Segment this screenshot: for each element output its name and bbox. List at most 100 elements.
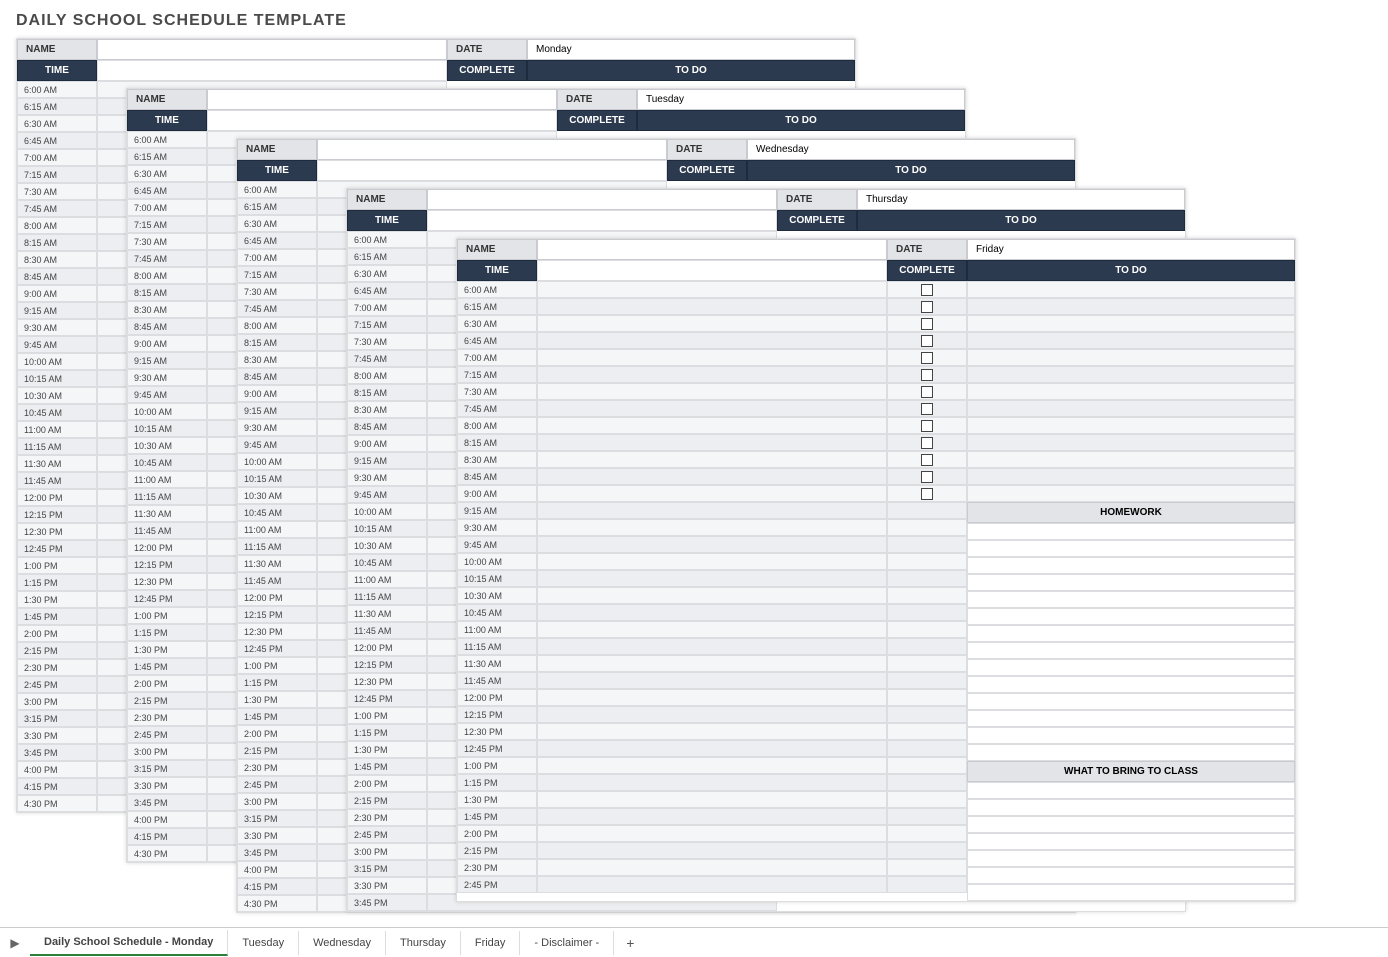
checkbox[interactable] xyxy=(921,437,933,449)
todo-cell[interactable] xyxy=(967,451,1295,468)
homework-cell[interactable] xyxy=(967,608,1295,625)
entry-cell[interactable] xyxy=(537,757,887,774)
entry-cell[interactable] xyxy=(537,740,887,757)
homework-cell[interactable] xyxy=(967,744,1295,761)
entry-cell[interactable] xyxy=(537,485,887,502)
todo-cell[interactable] xyxy=(967,485,1295,502)
tab-nav-arrow-icon[interactable]: ▶ xyxy=(0,936,30,950)
checkbox[interactable] xyxy=(921,301,933,313)
homework-cell[interactable] xyxy=(967,523,1295,540)
entry-cell[interactable] xyxy=(537,842,887,859)
entry-cell[interactable] xyxy=(537,876,887,893)
entry-cell[interactable] xyxy=(537,366,887,383)
homework-cell[interactable] xyxy=(967,591,1295,608)
name-value[interactable] xyxy=(427,189,777,210)
bring-cell[interactable] xyxy=(967,850,1295,867)
entry-cell[interactable] xyxy=(537,400,887,417)
name-value[interactable] xyxy=(97,39,447,60)
entry-cell[interactable] xyxy=(537,468,887,485)
bring-cell[interactable] xyxy=(967,884,1295,901)
entry-cell[interactable] xyxy=(537,825,887,842)
tab-wednesday[interactable]: Wednesday xyxy=(299,931,386,955)
todo-cell[interactable] xyxy=(967,366,1295,383)
tab-disclaimer[interactable]: - Disclaimer - xyxy=(520,931,614,955)
entry-cell[interactable] xyxy=(537,638,887,655)
entry-cell[interactable] xyxy=(537,536,887,553)
todo-cell[interactable] xyxy=(967,281,1295,298)
homework-cell[interactable] xyxy=(967,540,1295,557)
add-tab-button[interactable]: + xyxy=(614,929,646,957)
checkbox[interactable] xyxy=(921,386,933,398)
entry-cell[interactable] xyxy=(537,774,887,791)
todo-cell[interactable] xyxy=(967,315,1295,332)
todo-cell[interactable] xyxy=(967,332,1295,349)
date-value[interactable]: Wednesday xyxy=(747,139,1075,160)
todo-cell[interactable] xyxy=(967,417,1295,434)
date-value[interactable]: Friday xyxy=(967,239,1295,260)
name-value[interactable] xyxy=(207,89,557,110)
checkbox[interactable] xyxy=(921,284,933,296)
homework-cell[interactable] xyxy=(967,659,1295,676)
checkbox[interactable] xyxy=(921,352,933,364)
entry-cell[interactable] xyxy=(537,502,887,519)
homework-cell[interactable] xyxy=(967,642,1295,659)
todo-cell[interactable] xyxy=(967,468,1295,485)
homework-cell[interactable] xyxy=(967,625,1295,642)
bring-cell[interactable] xyxy=(967,799,1295,816)
bring-cell[interactable] xyxy=(967,867,1295,884)
tab-tuesday[interactable]: Tuesday xyxy=(228,931,299,955)
date-value[interactable]: Thursday xyxy=(857,189,1185,210)
homework-cell[interactable] xyxy=(967,693,1295,710)
todo-cell[interactable] xyxy=(967,383,1295,400)
entry-cell[interactable] xyxy=(537,349,887,366)
bring-cell[interactable] xyxy=(967,833,1295,850)
entry-cell[interactable] xyxy=(537,587,887,604)
entry-cell[interactable] xyxy=(537,451,887,468)
checkbox[interactable] xyxy=(921,471,933,483)
entry-cell[interactable] xyxy=(537,859,887,876)
checkbox[interactable] xyxy=(921,403,933,415)
checkbox[interactable] xyxy=(921,318,933,330)
todo-cell[interactable] xyxy=(967,400,1295,417)
entry-cell[interactable] xyxy=(537,791,887,808)
entry-cell[interactable] xyxy=(537,281,887,298)
checkbox[interactable] xyxy=(921,369,933,381)
entry-cell[interactable] xyxy=(537,332,887,349)
tab-thursday[interactable]: Thursday xyxy=(386,931,461,955)
entry-cell[interactable] xyxy=(537,298,887,315)
entry-cell[interactable] xyxy=(537,417,887,434)
entry-cell[interactable] xyxy=(537,672,887,689)
entry-cell[interactable] xyxy=(537,621,887,638)
entry-cell[interactable] xyxy=(537,655,887,672)
homework-cell[interactable] xyxy=(967,676,1295,693)
checkbox[interactable] xyxy=(921,420,933,432)
todo-cell[interactable] xyxy=(967,298,1295,315)
entry-cell[interactable] xyxy=(537,723,887,740)
homework-cell[interactable] xyxy=(967,574,1295,591)
entry-cell[interactable] xyxy=(537,553,887,570)
homework-cell[interactable] xyxy=(967,710,1295,727)
entry-cell[interactable] xyxy=(537,383,887,400)
entry-cell[interactable] xyxy=(537,604,887,621)
todo-cell[interactable] xyxy=(967,434,1295,451)
entry-cell[interactable] xyxy=(537,434,887,451)
entry-cell[interactable] xyxy=(537,519,887,536)
entry-cell[interactable] xyxy=(537,706,887,723)
entry-cell[interactable] xyxy=(537,315,887,332)
tab-friday[interactable]: Friday xyxy=(461,931,521,955)
entry-cell[interactable] xyxy=(537,689,887,706)
entry-cell[interactable] xyxy=(537,570,887,587)
checkbox[interactable] xyxy=(921,454,933,466)
name-value[interactable] xyxy=(317,139,667,160)
date-value[interactable]: Monday xyxy=(527,39,855,60)
checkbox[interactable] xyxy=(921,488,933,500)
todo-cell[interactable] xyxy=(967,349,1295,366)
date-value[interactable]: Tuesday xyxy=(637,89,965,110)
bring-cell[interactable] xyxy=(967,782,1295,799)
homework-cell[interactable] xyxy=(967,727,1295,744)
tab-monday[interactable]: Daily School Schedule - Monday xyxy=(30,930,228,956)
entry-cell[interactable] xyxy=(537,808,887,825)
checkbox[interactable] xyxy=(921,335,933,347)
homework-cell[interactable] xyxy=(967,557,1295,574)
bring-cell[interactable] xyxy=(967,816,1295,833)
